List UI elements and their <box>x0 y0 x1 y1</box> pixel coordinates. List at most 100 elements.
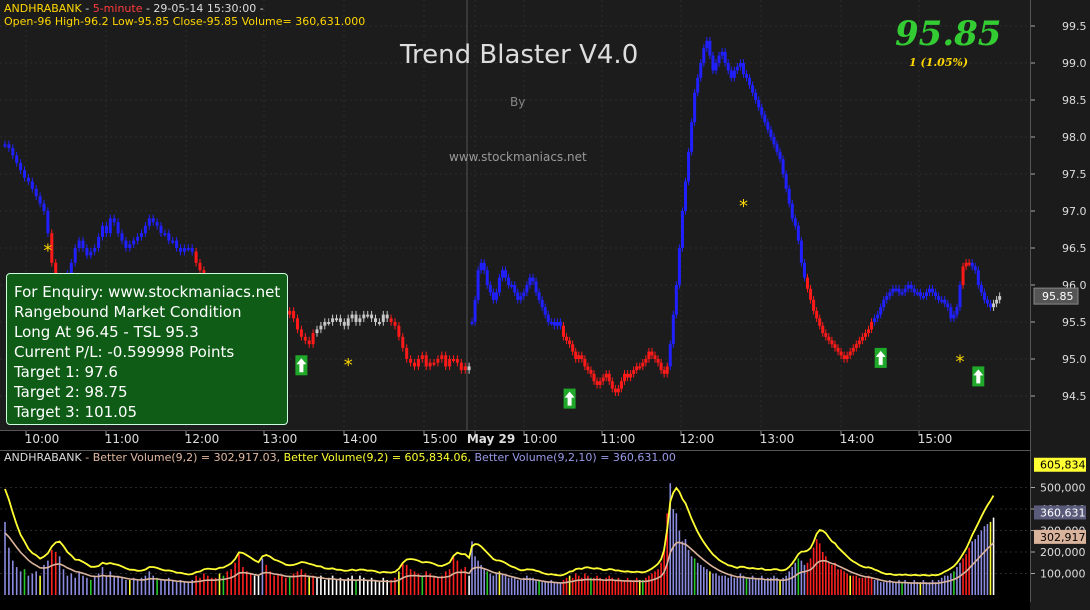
enquiry-line: For Enquiry: www.stockmaniacs.net <box>14 283 281 301</box>
symbol-label: ANDHRABANK <box>4 2 82 15</box>
volume-series-3: Better Volume(9,2,10) = 360,631.00 <box>474 451 676 464</box>
candle-body <box>549 322 553 324</box>
signal-star: * <box>739 196 748 217</box>
candle-body <box>726 63 730 71</box>
candle-body <box>335 318 338 321</box>
candle-body <box>656 359 660 363</box>
candle-body <box>775 144 779 152</box>
candle-body <box>543 307 547 315</box>
candle-body <box>891 288 895 293</box>
volume-tick-label: 100,000 <box>1040 568 1086 581</box>
candle-body <box>147 218 151 226</box>
time-tick-label: 10:00 <box>25 432 60 446</box>
candle-body <box>77 240 81 248</box>
candle-body <box>738 63 742 67</box>
candle-body <box>531 277 535 282</box>
candle-body <box>463 366 467 371</box>
candle-body <box>424 355 428 367</box>
candle-body <box>497 277 501 293</box>
candle-body <box>26 177 30 182</box>
candle-body <box>494 292 498 300</box>
candle-body <box>976 270 980 285</box>
signal-star: * <box>43 240 52 261</box>
price-tick-label: 98.5 <box>1062 94 1087 107</box>
candle-body <box>571 344 575 352</box>
candle-body <box>665 366 669 374</box>
candle-body <box>818 318 822 326</box>
price-tick-label: 97.5 <box>1062 168 1087 181</box>
candle-body <box>958 285 962 308</box>
candle-body <box>448 359 452 367</box>
by-label: By <box>510 95 526 109</box>
candle-body <box>143 225 147 234</box>
price-tick-label: 96.5 <box>1062 242 1087 255</box>
candle-body <box>420 355 424 359</box>
candle-body <box>982 292 986 300</box>
price-tick-label: 95.5 <box>1062 316 1087 329</box>
candle-body <box>85 248 89 256</box>
candle-body <box>15 155 19 163</box>
candle-body <box>745 74 748 78</box>
candle-body <box>488 285 492 293</box>
candle-body <box>604 373 608 378</box>
candle-body <box>175 240 179 248</box>
candle-body <box>171 240 175 243</box>
candle-body <box>787 188 791 204</box>
candle-body <box>555 322 559 326</box>
candle-body <box>934 292 938 297</box>
candle-body <box>897 288 901 293</box>
candle-body <box>851 347 855 352</box>
candle-body <box>34 188 38 197</box>
candle-body <box>687 151 691 182</box>
volume-value-tag-label: 360,631 <box>1040 506 1086 519</box>
candle-body <box>946 303 950 308</box>
candle-body <box>416 359 420 367</box>
candle-body <box>413 362 416 367</box>
candle-body <box>882 299 886 308</box>
candle-body <box>909 285 913 289</box>
candle-body <box>190 248 194 252</box>
ohlc-label: Open-96 High-96.2 Low-95.85 Close-95.85 … <box>4 15 366 28</box>
candle-body <box>842 355 846 359</box>
chart-title: Trend Blaster V4.0 <box>400 40 639 70</box>
candle-body <box>812 299 816 311</box>
price-tick-label: 97.0 <box>1062 205 1087 218</box>
candle-body <box>708 40 712 56</box>
candle-body <box>757 100 761 108</box>
candle-body <box>635 366 639 371</box>
candle-body <box>444 355 448 367</box>
candle-body <box>784 174 788 189</box>
candle-body <box>485 270 489 285</box>
candle-body <box>915 292 919 295</box>
candle-body <box>717 55 721 63</box>
volume-symbol: ANDHRABANK <box>4 451 82 464</box>
candle-body <box>668 344 672 367</box>
candle-body <box>921 296 925 299</box>
candle-body <box>992 303 996 308</box>
current-pl: Current P/L: -0.599998 Points <box>14 343 235 361</box>
volume-value-tag-label: 605,834 <box>1040 459 1086 472</box>
candle-body <box>522 292 526 297</box>
candle-body <box>964 262 968 267</box>
candle-body <box>513 285 517 293</box>
signal-star: * <box>344 355 353 376</box>
candle-body <box>863 333 867 337</box>
candle-body <box>949 307 953 319</box>
candle-body <box>38 196 42 204</box>
candle-body <box>684 181 687 211</box>
candle-body <box>116 222 120 234</box>
volume-series-2: Better Volume(9,2) = 605,834.06, <box>283 451 475 464</box>
candle-body <box>928 288 931 293</box>
candle-body <box>702 48 706 63</box>
candle-body <box>888 292 892 297</box>
candle-body <box>799 240 803 263</box>
candle-body <box>358 318 362 322</box>
candle-body <box>101 225 104 237</box>
price-tick-label: 95.0 <box>1062 353 1087 366</box>
candle-body <box>307 340 311 345</box>
candle-body <box>641 362 645 367</box>
candle-body <box>680 211 684 248</box>
datetime-label: - 29-05-14 15:30:00 - <box>142 2 264 15</box>
candle-body <box>151 218 155 223</box>
candle-body <box>848 351 852 356</box>
